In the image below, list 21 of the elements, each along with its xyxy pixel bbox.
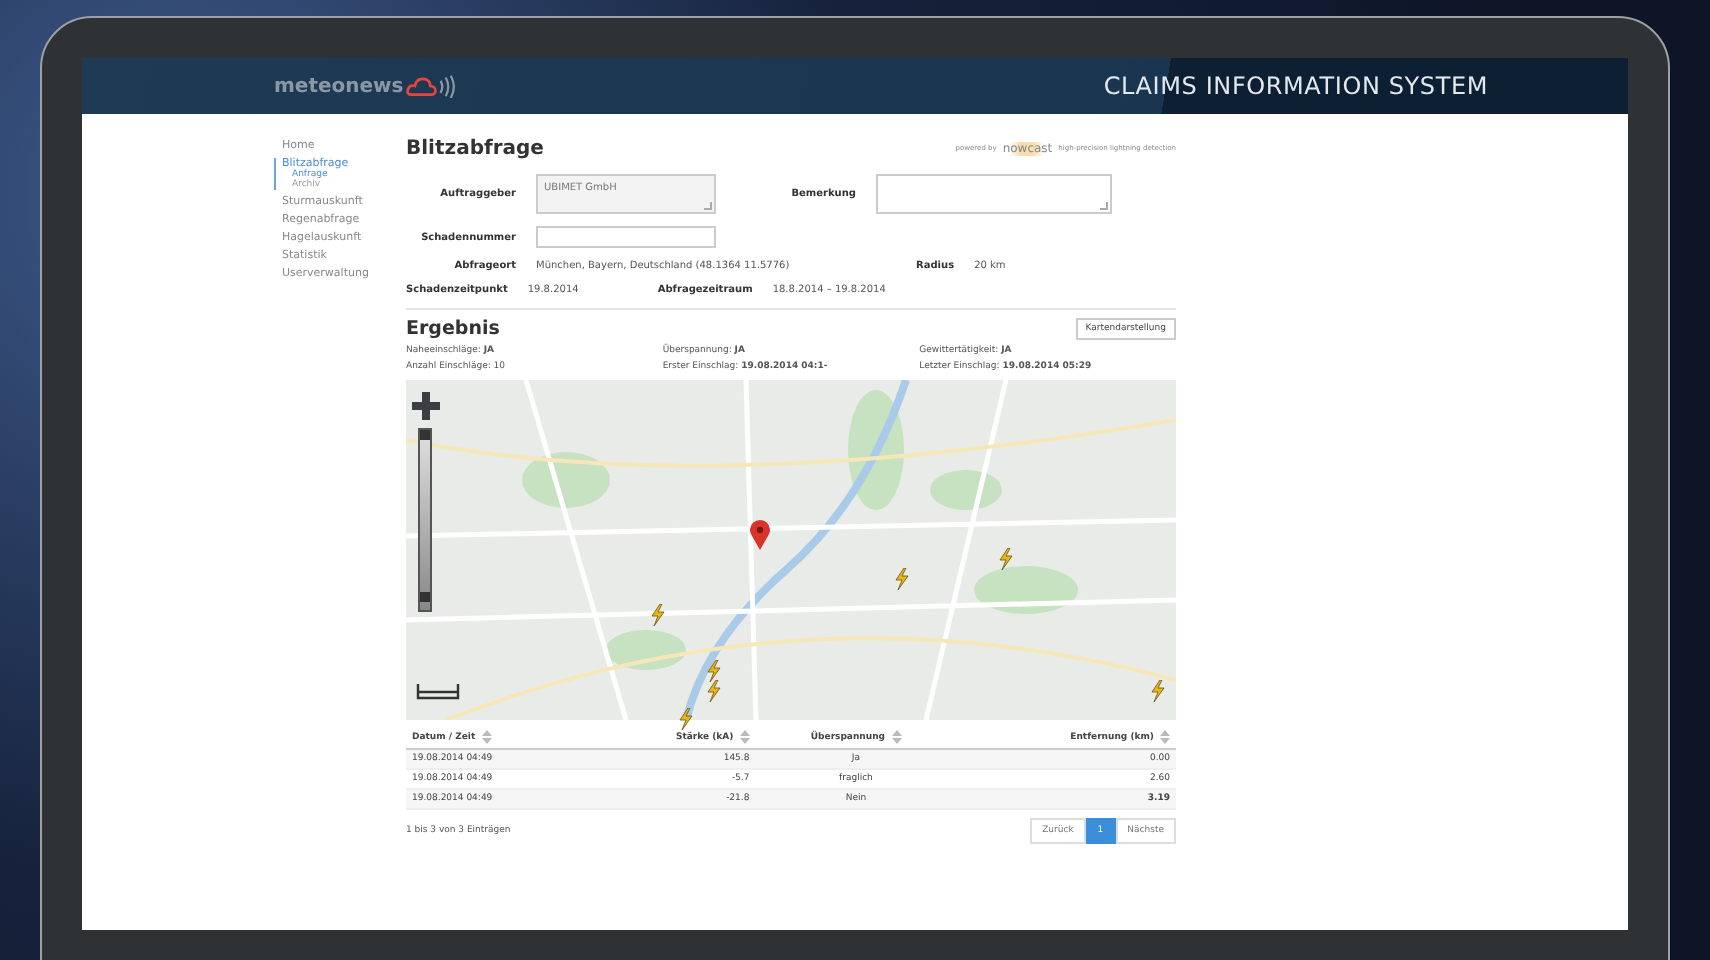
map-pin-icon: [750, 520, 770, 550]
sort-icon[interactable]: [1160, 730, 1170, 744]
sort-icon[interactable]: [739, 730, 750, 744]
zoom-slider[interactable]: [418, 428, 432, 612]
app-title: CLAIMS INFORMATION SYSTEM: [1103, 72, 1488, 100]
lightning-icon: [1150, 680, 1166, 702]
scale-bar-icon: [416, 680, 460, 700]
zoom-slider-thumb[interactable]: [420, 591, 430, 602]
remark-textarea[interactable]: [876, 174, 1112, 214]
lightning-icon: [998, 548, 1014, 570]
sort-icon[interactable]: [481, 730, 492, 744]
cloud-signal-icon: [405, 74, 458, 98]
section-title: Ergebnis: [406, 318, 500, 340]
page-title: Blitzabfrage: [406, 137, 544, 159]
claim-number-field[interactable]: [536, 226, 716, 248]
sort-icon[interactable]: [891, 730, 902, 744]
lightning-icon: [894, 568, 910, 590]
logo-text: meteonews: [274, 75, 404, 97]
lightning-icon: [650, 604, 666, 626]
pan-control-icon[interactable]: [412, 392, 440, 420]
lightning-icon: [678, 708, 694, 730]
